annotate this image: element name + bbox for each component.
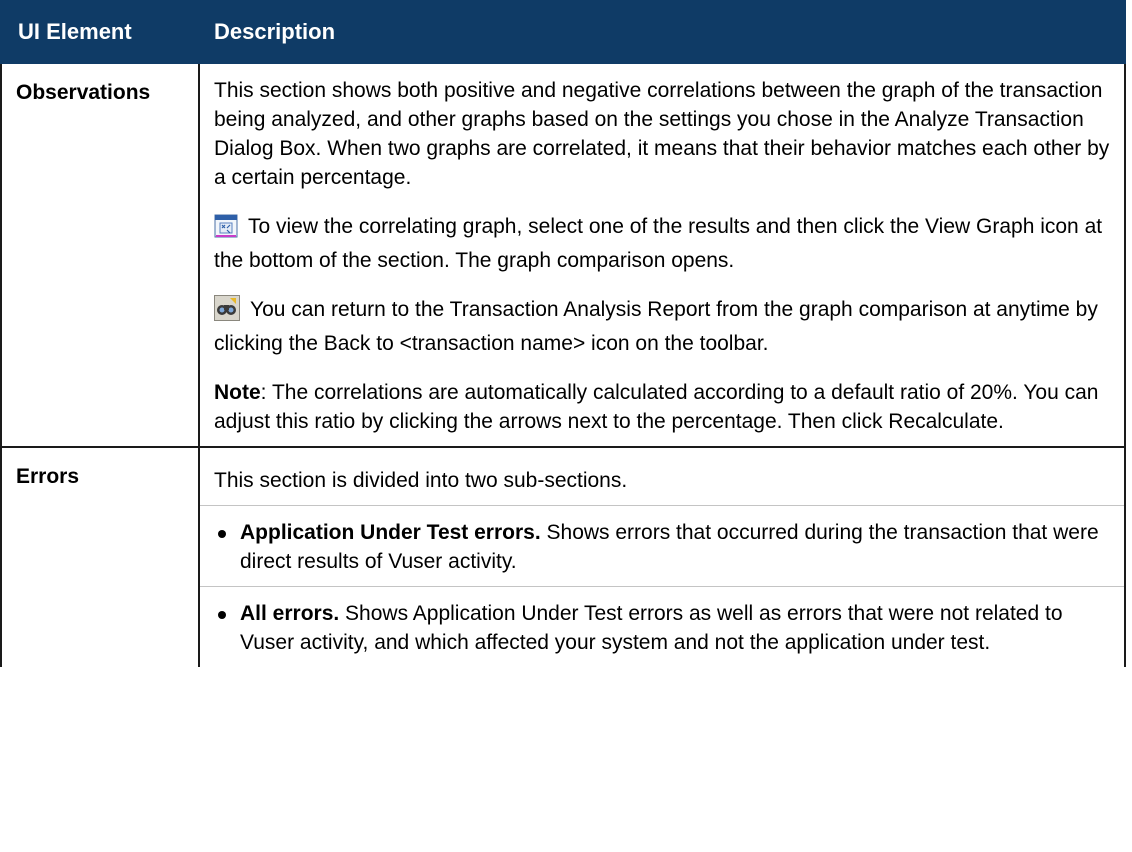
row-element-observations: Observations: [0, 62, 200, 448]
row-description-errors: This section is divided into two sub-sec…: [198, 446, 1126, 667]
back-to-transaction-paragraph: You can return to the Transaction Analys…: [214, 295, 1110, 358]
list-item: Application Under Test errors. Shows err…: [214, 518, 1110, 576]
back-to-transaction-text: You can return to the Transaction Analys…: [214, 298, 1098, 355]
divider: [200, 505, 1124, 506]
divider: [200, 586, 1124, 587]
header-description: Description: [198, 0, 1126, 64]
table-row: Errors This section is divided into two …: [0, 446, 1126, 667]
row-element-errors: Errors: [0, 446, 200, 667]
row-description-observations: This section shows both positive and neg…: [198, 62, 1126, 448]
bullet-label: Application Under Test errors.: [240, 521, 541, 544]
bullet-icon: [218, 611, 226, 619]
view-graph-text: To view the correlating graph, select on…: [214, 215, 1103, 272]
table-row: Observations This section shows both pos…: [0, 62, 1126, 448]
observations-paragraph: This section shows both positive and neg…: [214, 79, 1110, 189]
errors-intro: This section is divided into two sub-sec…: [214, 469, 628, 492]
bullet-icon: [218, 530, 226, 538]
note-text: : The correlations are automatically cal…: [214, 381, 1099, 433]
bullet-label: All errors.: [240, 602, 340, 625]
note-label: Note: [214, 381, 261, 404]
view-graph-paragraph: To view the correlating graph, select on…: [214, 212, 1110, 275]
note-paragraph: Note: The correlations are automatically…: [214, 378, 1110, 436]
table-header-row: UI Element Description: [0, 0, 1126, 64]
bullet-text: Shows Application Under Test errors as w…: [240, 602, 1063, 654]
ui-elements-table: UI Element Description Observations This…: [0, 0, 1126, 667]
header-ui-element: UI Element: [0, 0, 200, 64]
list-item: All errors. Shows Application Under Test…: [214, 599, 1110, 657]
view-graph-icon: [214, 214, 238, 246]
binoculars-back-icon: [214, 295, 240, 329]
